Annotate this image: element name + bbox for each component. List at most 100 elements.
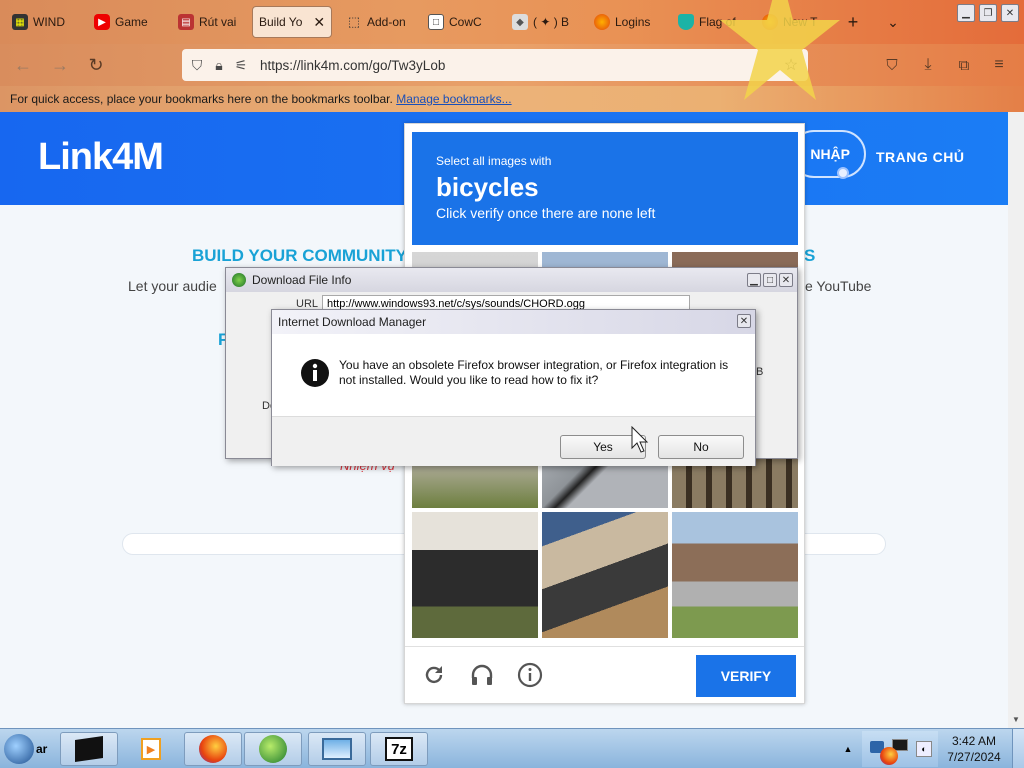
close-icon[interactable]: ✕ (779, 273, 793, 287)
captcha-tile[interactable] (542, 512, 668, 638)
tab-game[interactable]: ▶ Game (88, 6, 168, 38)
tab-label: WIND (33, 15, 65, 29)
idm-dialog-message: You have an obsolete Firefox browser int… (339, 358, 729, 387)
label-fragment-b: B (756, 366, 764, 378)
idm-dialog-titlebar[interactable]: Internet Download Manager ✕ (272, 310, 755, 334)
download-info-titlebar[interactable]: Download File Info ▁ □ ✕ (226, 268, 797, 292)
youtube-icon: ▶ (94, 14, 110, 30)
page-icon: ◆ (512, 14, 528, 30)
bookmarks-toolbar: For quick access, place your bookmarks h… (0, 86, 1024, 112)
audio-challenge-icon[interactable] (468, 661, 496, 689)
navigation-toolbar: ← → ↻ ⛉ 🔒︎ ⚟ https://link4m.com/go/Tw3yL… (0, 44, 1024, 86)
bookmarks-hint: For quick access, place your bookmarks h… (10, 92, 393, 106)
system-clock[interactable]: 3:42 AM 7/27/2024 (940, 733, 1008, 765)
tab-label: ( ✦ ) B (533, 15, 570, 29)
show-desktop-button[interactable] (1012, 729, 1024, 768)
captcha-instruction: Select all images with (436, 154, 552, 168)
tab-label: Rút vai (199, 15, 237, 29)
tab-rut[interactable]: ▤ Rút vai (172, 6, 250, 38)
show-hidden-icons-icon[interactable]: ▲ (840, 729, 856, 768)
firefox-icon (199, 735, 227, 763)
taskbar-app-7zip[interactable]: 7z (370, 732, 428, 766)
firefox-tray-icon[interactable] (880, 747, 898, 765)
tab-cowc[interactable]: □ CowC (422, 6, 502, 38)
reload-icon[interactable]: ↻ (85, 54, 107, 76)
list-tabs-chevron-icon[interactable]: ⌄ (882, 11, 904, 33)
permissions-icon[interactable]: ⚟ (230, 57, 252, 74)
theme-star-decoration (720, 0, 840, 100)
tab-logins[interactable]: Logins (588, 6, 672, 38)
idm-app-icon (232, 273, 246, 287)
tab-label: CowC (449, 15, 482, 29)
intro-text-left: Let your audie (128, 278, 217, 294)
tab-label: Game (115, 15, 148, 29)
tab-label: Logins (615, 15, 651, 29)
downloads-icon[interactable]: ⤓ (917, 54, 939, 76)
restore-window-icon[interactable]: ❐ (979, 4, 997, 22)
menu-icon[interactable]: ≡ (988, 54, 1010, 76)
info-icon (301, 359, 329, 387)
taskbar-app-idm[interactable] (244, 732, 302, 766)
taskbar-app-terminal[interactable] (60, 732, 118, 766)
tab-label: Add-on (367, 15, 406, 29)
manage-bookmarks-link[interactable]: Manage bookmarks... (396, 92, 511, 106)
new-tab-icon[interactable]: + (842, 11, 864, 33)
clock-date: 7/27/2024 (947, 750, 1001, 764)
refresh-icon[interactable] (420, 661, 448, 689)
close-icon[interactable]: ✕ (737, 314, 751, 328)
idm-message-dialog: Internet Download Manager ✕ You have an … (271, 309, 756, 466)
no-button[interactable]: No (658, 435, 744, 459)
lock-icon[interactable]: 🔒︎ (208, 57, 230, 74)
tracking-shield-icon[interactable]: ⛉ (186, 57, 208, 74)
tab-addon[interactable]: ⬚ Add-on (340, 6, 420, 38)
mouse-cursor-icon (631, 426, 649, 453)
verify-button[interactable]: VERIFY (696, 655, 796, 697)
captcha-header: Select all images with bicycles Click ve… (412, 132, 798, 245)
puzzle-icon: ⬚ (347, 14, 361, 29)
taskbar: ar ▶ 7z ▲ ◐ 3:42 AM 7/27/2024 (0, 728, 1024, 768)
start-button[interactable]: ar (4, 732, 56, 766)
terminal-icon (75, 736, 103, 762)
clock-time: 3:42 AM (951, 734, 997, 748)
taskbar-app-pictures[interactable] (308, 732, 366, 766)
windows-logo-icon (4, 734, 34, 764)
taskbar-app-firefox[interactable] (184, 732, 242, 766)
captcha-footer: VERIFY (405, 646, 804, 704)
page-scrollbar[interactable]: ▼ (1008, 112, 1024, 728)
forward-icon[interactable]: → (49, 54, 71, 76)
login-label: NHẬP (810, 146, 850, 162)
close-tab-icon[interactable]: ✕ (313, 14, 325, 31)
minimize-window-icon[interactable]: ▁ (957, 4, 975, 22)
community-heading: BUILD YOUR COMMUNITY (192, 246, 408, 265)
tab-wind[interactable]: ▦ WIND (6, 6, 86, 38)
idm-dialog-body: You have an obsolete Firefox browser int… (272, 334, 755, 416)
page-icon: □ (428, 14, 444, 30)
tab-build[interactable]: Build Yo ✕ (252, 6, 332, 38)
right-heading-fragment: S (804, 246, 816, 265)
site-logo[interactable]: Link4M (38, 136, 164, 179)
firefox-icon (594, 14, 610, 30)
picture-viewer-icon (322, 738, 352, 760)
captcha-tile[interactable] (672, 512, 798, 638)
scroll-down-icon[interactable]: ▼ (1012, 715, 1020, 724)
tab-bar: ▦ WIND ▶ Game ▤ Rút vai Build Yo ✕ ⬚ Add… (0, 0, 1024, 44)
maximize-icon[interactable]: □ (763, 273, 777, 287)
captcha-tile[interactable] (412, 512, 538, 638)
captcha-hint: Click verify once there are none left (436, 205, 656, 221)
home-link[interactable]: TRANG CHỦ (876, 149, 965, 165)
taskbar-app-media[interactable]: ▶ (122, 732, 180, 766)
minimize-icon[interactable]: ▁ (747, 273, 761, 287)
info-icon[interactable] (516, 661, 544, 689)
pocket-icon[interactable]: ⛉ (881, 54, 903, 76)
shield-icon (678, 14, 694, 30)
volume-icon[interactable]: ◐ (916, 741, 932, 757)
address-bar[interactable]: ⛉ 🔒︎ ⚟ https://link4m.com/go/Tw3yLob ☆ (182, 49, 808, 81)
tab-label: Build Yo (259, 15, 303, 29)
idm-dialog-buttons: Yes No (272, 416, 755, 466)
tab-b[interactable]: ◆ ( ✦ ) B (506, 6, 586, 38)
close-window-icon[interactable]: ✕ (1001, 4, 1019, 22)
back-icon[interactable]: ← (12, 54, 34, 76)
url-text[interactable]: https://link4m.com/go/Tw3yLob (260, 58, 445, 73)
download-info-title: Download File Info (252, 273, 352, 287)
extensions-icon[interactable]: ⧉ (953, 54, 975, 76)
